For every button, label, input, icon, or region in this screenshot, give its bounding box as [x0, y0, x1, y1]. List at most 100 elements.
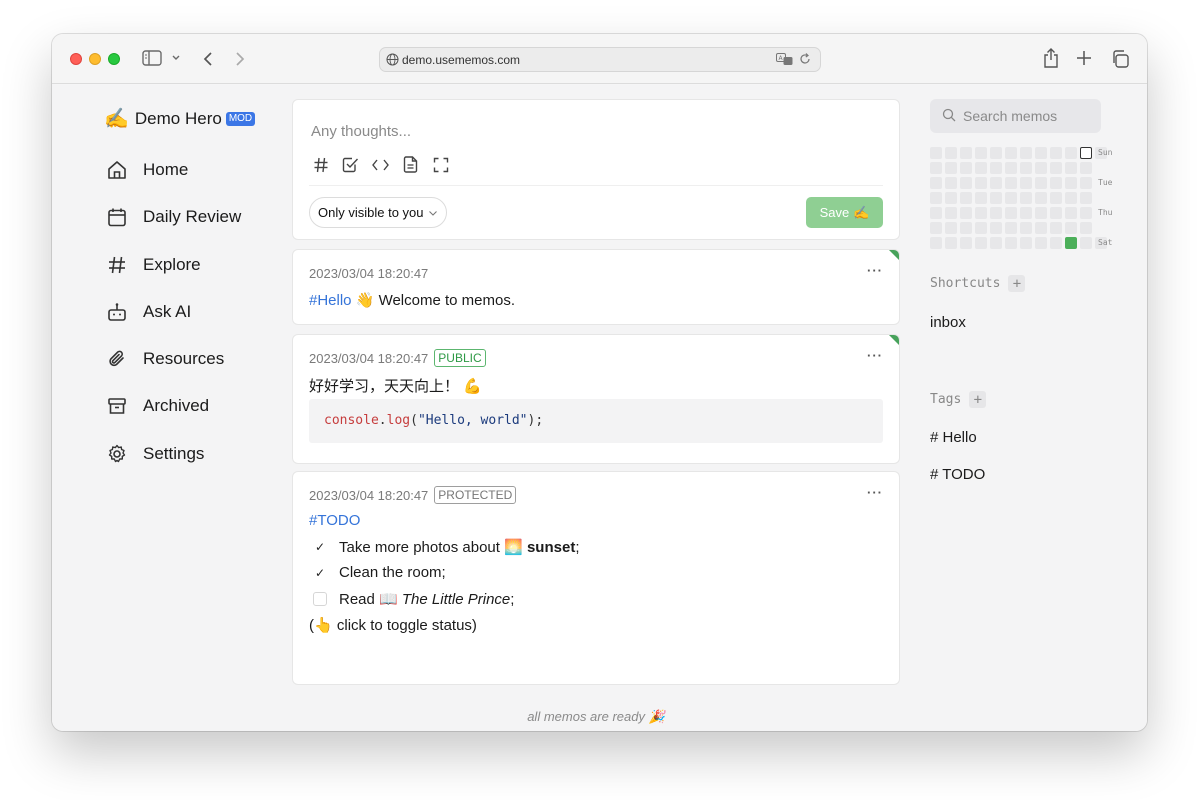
shortcut-item[interactable]: inbox — [930, 314, 966, 331]
heatmap-cell[interactable] — [1020, 177, 1032, 189]
task-checkbox[interactable]: ✓ — [313, 540, 327, 554]
address-bar[interactable]: demo.usememos.com A — [379, 47, 821, 72]
heatmap-cell[interactable] — [1020, 222, 1032, 234]
zoom-window-button[interactable] — [108, 53, 120, 65]
heatmap-cell[interactable] — [1080, 177, 1092, 189]
fullscreen-icon[interactable] — [431, 155, 450, 174]
task-item[interactable]: ✓ Clean the room; — [313, 564, 446, 581]
translate-icon[interactable]: A — [776, 53, 794, 69]
code-icon[interactable] — [371, 155, 390, 174]
heatmap-cell[interactable] — [960, 147, 972, 159]
heatmap-cell[interactable] — [990, 237, 1002, 249]
more-options-icon[interactable]: ··· — [867, 348, 883, 363]
back-arrow-icon[interactable] — [202, 51, 214, 67]
heatmap-cell[interactable] — [945, 147, 957, 159]
heatmap-cell[interactable] — [1050, 147, 1062, 159]
heatmap-cell[interactable] — [1050, 207, 1062, 219]
nav-item-archived[interactable]: Archived — [106, 392, 209, 420]
heatmap-cell[interactable] — [1005, 147, 1017, 159]
nav-item-daily-review[interactable]: Daily Review — [106, 203, 241, 231]
chevron-down-icon[interactable] — [171, 54, 181, 62]
task-item[interactable]: ✓ Take more photos about 🌅 sunset; — [313, 538, 580, 557]
tab-overview-icon[interactable] — [1111, 50, 1129, 68]
heatmap-cell[interactable] — [930, 192, 942, 204]
heatmap-cell[interactable] — [1035, 207, 1047, 219]
heatmap-cell[interactable] — [930, 147, 942, 159]
heatmap-cell[interactable] — [1005, 222, 1017, 234]
add-shortcut-button[interactable]: + — [1008, 275, 1026, 292]
heatmap-cell[interactable] — [990, 162, 1002, 174]
heatmap-cell[interactable] — [945, 162, 957, 174]
heatmap-cell[interactable] — [1050, 192, 1062, 204]
tag-item[interactable]: # Hello — [930, 429, 977, 446]
heatmap-cell[interactable] — [975, 237, 987, 249]
heatmap-cell[interactable] — [1020, 207, 1032, 219]
heatmap-cell[interactable] — [960, 222, 972, 234]
heatmap-cell[interactable] — [960, 207, 972, 219]
minimize-window-button[interactable] — [89, 53, 101, 65]
heatmap-cell[interactable] — [1080, 207, 1092, 219]
heatmap-cell[interactable] — [960, 192, 972, 204]
heatmap-active-cell[interactable] — [1065, 237, 1077, 249]
heatmap-cell[interactable] — [1065, 207, 1077, 219]
heatmap-cell[interactable] — [945, 237, 957, 249]
heatmap-cell[interactable] — [1065, 192, 1077, 204]
heatmap-today-cell[interactable] — [1080, 147, 1092, 159]
visibility-select[interactable]: Only visible to you — [309, 197, 447, 228]
heatmap-cell[interactable] — [1005, 237, 1017, 249]
close-window-button[interactable] — [70, 53, 82, 65]
sidebar-toggle-icon[interactable] — [142, 50, 162, 66]
share-icon[interactable] — [1043, 48, 1059, 68]
heatmap-cell[interactable] — [1065, 222, 1077, 234]
heatmap-cell[interactable] — [930, 177, 942, 189]
task-item[interactable]: Read 📖 The Little Prince; — [313, 590, 514, 608]
memo-tag[interactable]: #Hello — [309, 292, 352, 309]
forward-arrow-icon[interactable] — [234, 51, 246, 67]
heatmap-cell[interactable] — [1005, 162, 1017, 174]
heatmap-cell[interactable] — [1050, 222, 1062, 234]
add-tag-button[interactable]: + — [969, 391, 987, 408]
heatmap-cell[interactable] — [930, 222, 942, 234]
heatmap-cell[interactable] — [1080, 237, 1092, 249]
nav-item-home[interactable]: Home — [106, 156, 188, 184]
heatmap-cell[interactable] — [1080, 222, 1092, 234]
file-text-icon[interactable] — [401, 155, 420, 174]
user-banner[interactable]: ✍️ Demo Hero MOD — [104, 106, 256, 131]
heatmap-cell[interactable] — [990, 192, 1002, 204]
heatmap-cell[interactable] — [945, 192, 957, 204]
nav-item-explore[interactable]: Explore — [106, 251, 201, 279]
heatmap-cell[interactable] — [975, 222, 987, 234]
heatmap-cell[interactable] — [990, 207, 1002, 219]
search-input[interactable]: Search memos — [930, 99, 1101, 133]
save-button[interactable]: Save ✍️ — [806, 197, 883, 228]
heatmap-cell[interactable] — [960, 162, 972, 174]
heatmap-cell[interactable] — [945, 177, 957, 189]
heatmap-cell[interactable] — [1035, 192, 1047, 204]
heatmap-cell[interactable] — [1005, 207, 1017, 219]
heatmap-cell[interactable] — [1065, 162, 1077, 174]
nav-item-ask-ai[interactable]: Ask AI — [106, 298, 191, 326]
heatmap-cell[interactable] — [1020, 162, 1032, 174]
heatmap-cell[interactable] — [1050, 162, 1062, 174]
heatmap-cell[interactable] — [1035, 222, 1047, 234]
heatmap-cell[interactable] — [1020, 237, 1032, 249]
heatmap-cell[interactable] — [930, 162, 942, 174]
heatmap-cell[interactable] — [1080, 192, 1092, 204]
heatmap-cell[interactable] — [960, 237, 972, 249]
heatmap-cell[interactable] — [960, 177, 972, 189]
heatmap-cell[interactable] — [1005, 192, 1017, 204]
heatmap-cell[interactable] — [930, 207, 942, 219]
new-tab-plus-icon[interactable] — [1076, 50, 1092, 66]
memo-input[interactable]: Any thoughts... — [311, 123, 411, 140]
heatmap-cell[interactable] — [945, 207, 957, 219]
more-options-icon[interactable]: ··· — [867, 263, 883, 278]
heatmap-cell[interactable] — [1080, 162, 1092, 174]
heatmap-cell[interactable] — [1035, 177, 1047, 189]
heatmap-cell[interactable] — [975, 162, 987, 174]
heatmap-cell[interactable] — [1065, 177, 1077, 189]
heatmap-cell[interactable] — [1065, 147, 1077, 159]
heatmap-cell[interactable] — [990, 177, 1002, 189]
task-checkbox[interactable] — [313, 592, 327, 606]
memo-tag[interactable]: #TODO — [309, 512, 360, 529]
heatmap-cell[interactable] — [1020, 192, 1032, 204]
